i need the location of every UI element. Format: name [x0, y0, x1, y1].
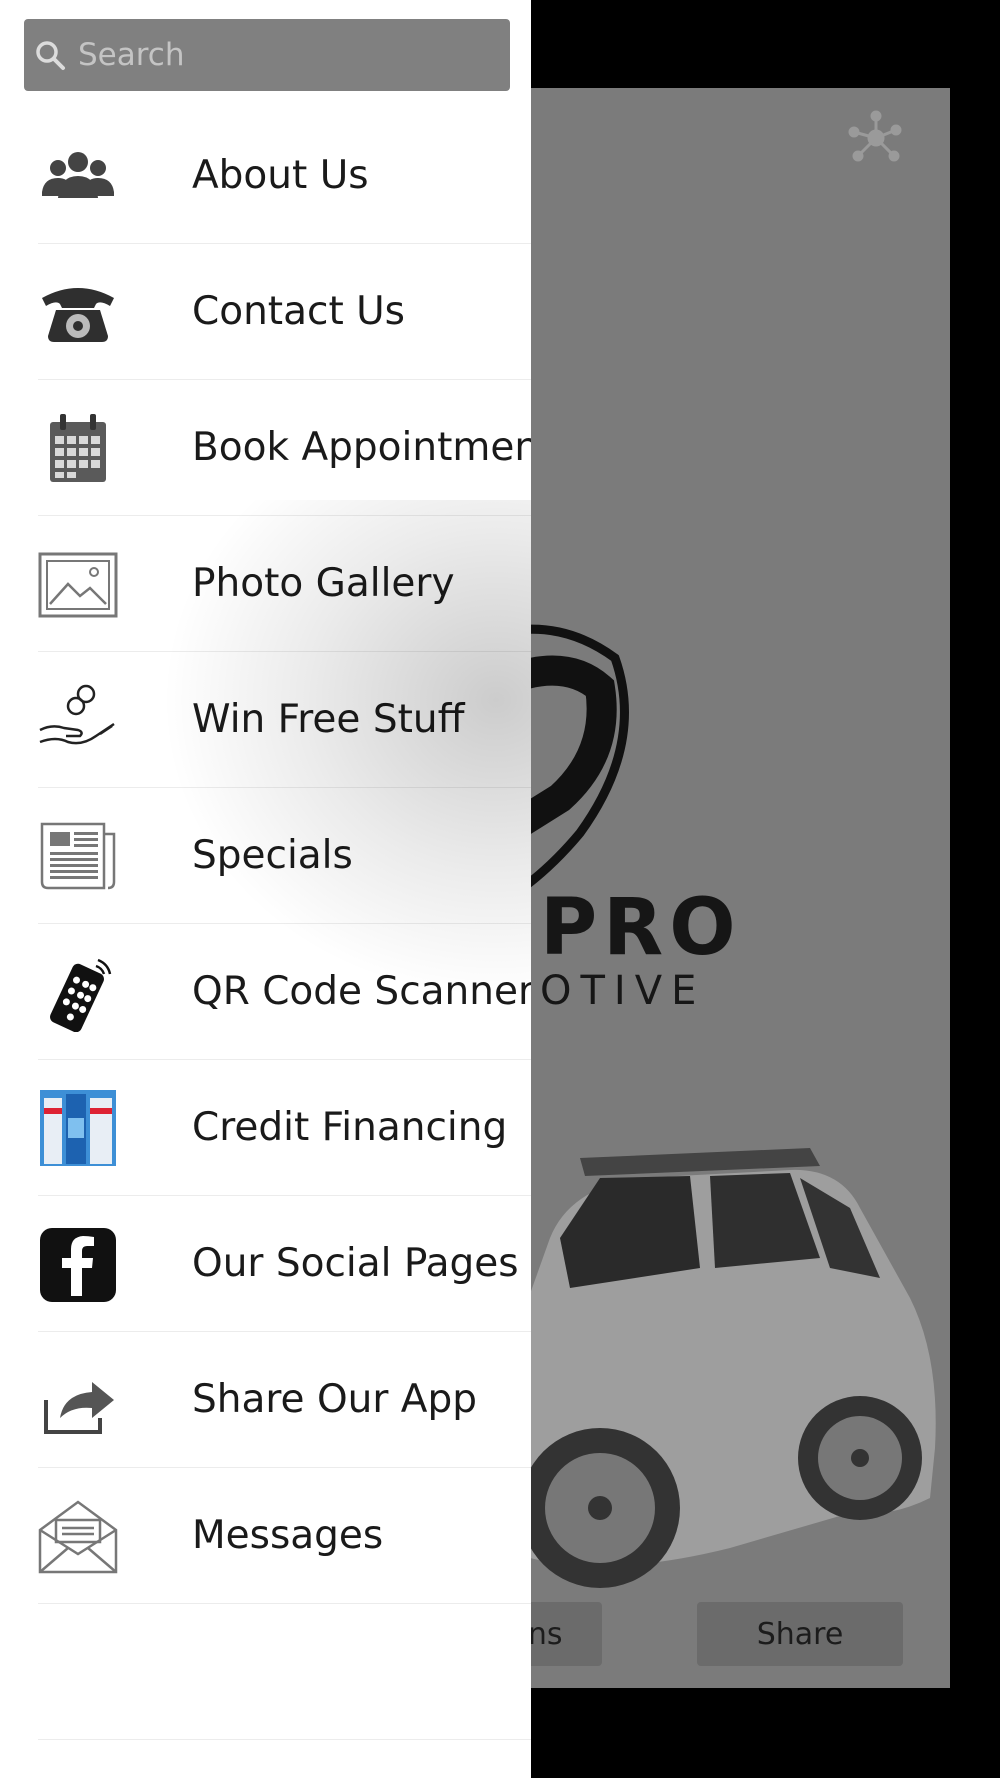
- telephone-icon: [38, 272, 118, 352]
- menu-item-label: Credit Financing: [192, 1105, 508, 1150]
- envelope-icon: [38, 1496, 118, 1576]
- menu-item-qr-code-scanner[interactable]: QR Code Scanner: [38, 924, 531, 1060]
- options-button[interactable]: ons: [530, 1602, 602, 1666]
- share-button[interactable]: Share: [697, 1602, 903, 1666]
- products-icon: [38, 1088, 118, 1168]
- menu-item-share-our-app[interactable]: Share Our App: [38, 1332, 531, 1468]
- search-bar[interactable]: [24, 19, 510, 91]
- menu-item-photo-gallery[interactable]: Photo Gallery: [38, 516, 531, 652]
- newspaper-icon: [38, 816, 118, 896]
- facebook-icon: [38, 1224, 118, 1304]
- menu-item-label: Messages: [192, 1513, 384, 1558]
- menu-item-our-social-pages[interactable]: Our Social Pages: [38, 1196, 531, 1332]
- menu-item-label: Share Our App: [192, 1377, 477, 1422]
- image-icon: [38, 544, 118, 624]
- menu-item-messages[interactable]: Messages: [38, 1468, 531, 1604]
- people-icon: [38, 136, 118, 216]
- menu-item-label: Book Appointment: [192, 425, 531, 470]
- remote-icon: [38, 952, 118, 1032]
- menu-item-label: About Us: [192, 153, 369, 198]
- search-icon: [36, 41, 65, 70]
- menu-list: About Us Contact Us Book Appointment Pho…: [0, 108, 531, 1740]
- menu-item-label: Win Free Stuff: [192, 697, 465, 742]
- menu-item-about-us[interactable]: About Us: [38, 108, 531, 244]
- car-image: [530, 1148, 936, 1588]
- app-home-card: PRO OTIVE ons Share: [530, 88, 950, 1688]
- network-icon[interactable]: [848, 110, 904, 166]
- menu-item-label: Contact Us: [192, 289, 405, 334]
- brand-name-line2: OTIVE: [540, 968, 706, 1014]
- menu-item-book-appointment[interactable]: Book Appointment: [38, 380, 531, 516]
- search-input[interactable]: [76, 36, 510, 74]
- menu-item-contact-us[interactable]: Contact Us: [38, 244, 531, 380]
- menu-empty-row: [38, 1604, 531, 1740]
- menu-item-specials[interactable]: Specials: [38, 788, 531, 924]
- share-icon: [38, 1360, 118, 1440]
- menu-item-label: Photo Gallery: [192, 561, 455, 606]
- menu-item-win-free-stuff[interactable]: Win Free Stuff: [38, 652, 531, 788]
- calendar-icon: [38, 408, 118, 488]
- menu-item-label: Specials: [192, 833, 353, 878]
- brand-name-line1: PRO: [540, 883, 742, 973]
- menu-item-credit-financing[interactable]: Credit Financing: [38, 1060, 531, 1196]
- menu-item-label: Our Social Pages: [192, 1241, 519, 1286]
- hand-coins-icon: [38, 680, 118, 760]
- side-drawer: About Us Contact Us: [0, 0, 531, 1778]
- brand-logo-shield: [530, 624, 629, 888]
- menu-item-label: QR Code Scanner: [192, 969, 531, 1014]
